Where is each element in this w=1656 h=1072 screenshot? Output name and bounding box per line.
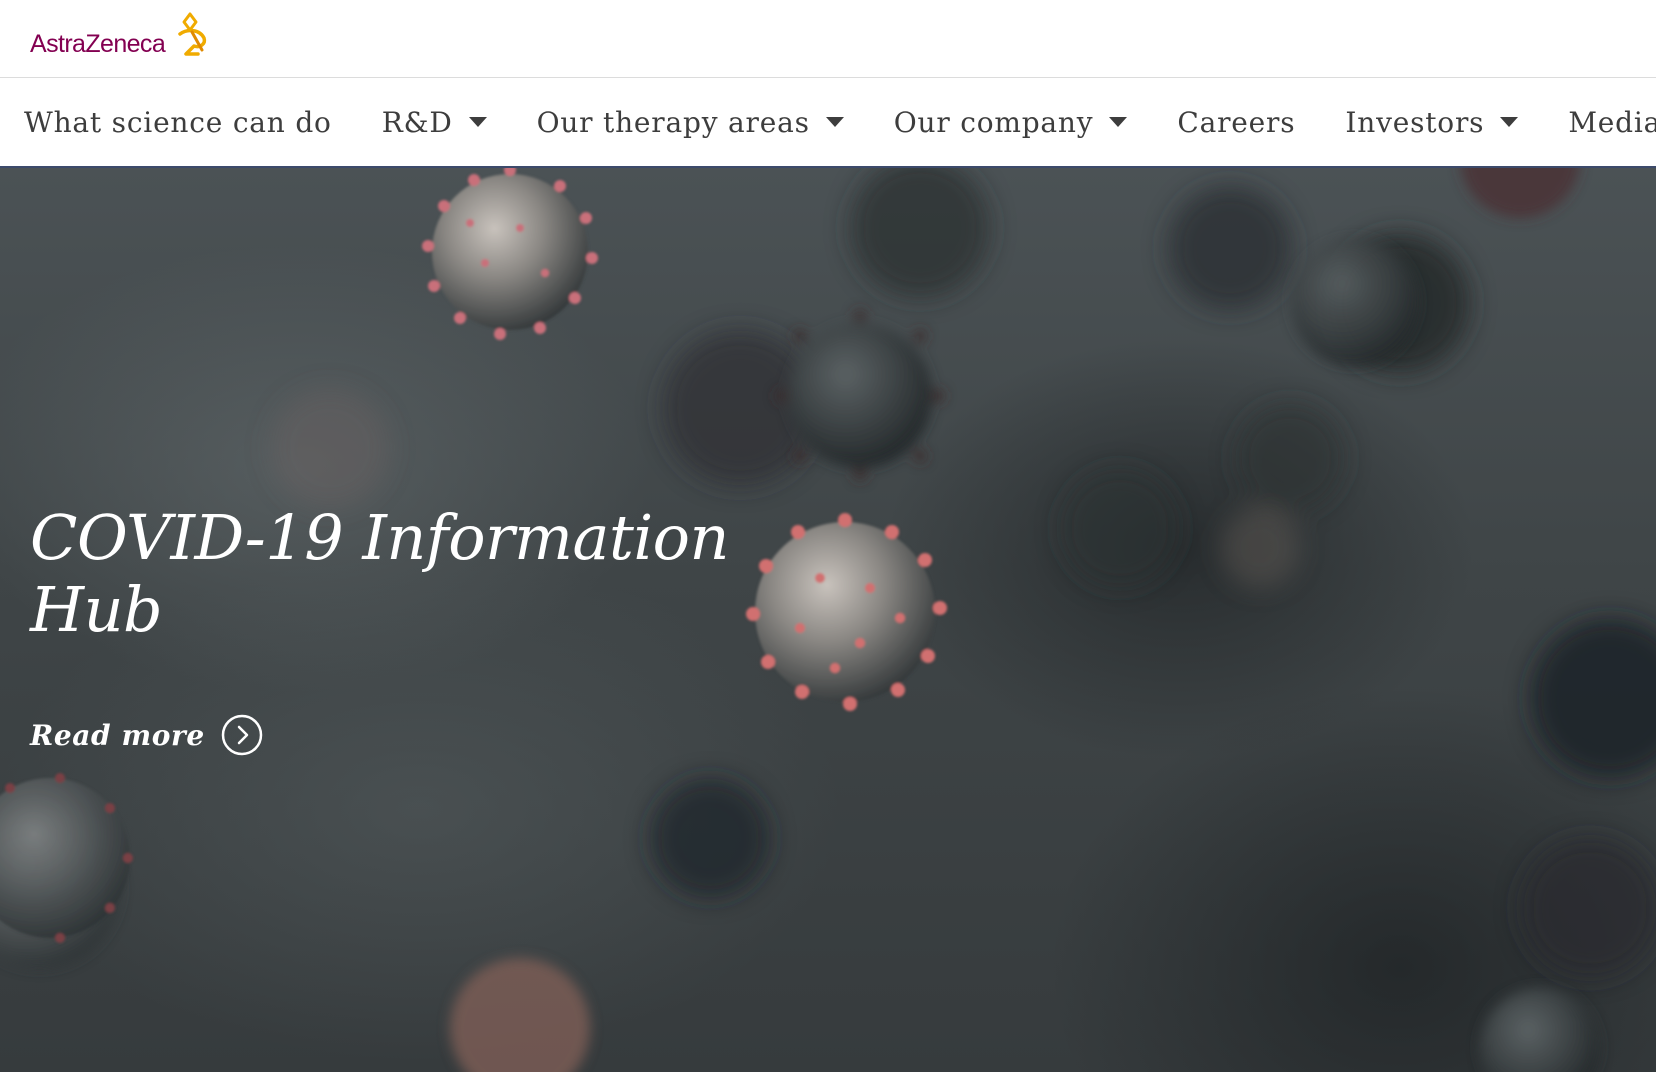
nav-item-label: Investors — [1345, 105, 1485, 139]
chevron-right-circle-icon — [221, 714, 263, 756]
nav-item-careers[interactable]: Careers — [1177, 106, 1295, 139]
nav-item-label: What science can do — [24, 105, 332, 139]
caret-down-icon — [1500, 117, 1519, 127]
brand-logo-mark-icon — [178, 12, 207, 56]
nav-item-label: Media — [1568, 105, 1656, 139]
main-navigation: What science can do R&D Our therapy area… — [0, 78, 1656, 168]
nav-item-label: Our therapy areas — [536, 105, 810, 139]
read-more-label: Read more — [30, 718, 205, 752]
nav-item-therapy-areas[interactable]: Our therapy areas — [537, 106, 844, 139]
caret-down-icon — [468, 117, 487, 127]
caret-down-icon — [1109, 117, 1128, 127]
nav-item-label: R&D — [381, 105, 453, 139]
nav-item-label: Careers — [1177, 105, 1296, 139]
nav-item-media[interactable]: Media — [1568, 106, 1656, 139]
brand-logo[interactable]: AstraZeneca — [30, 10, 230, 62]
caret-down-icon — [825, 117, 844, 127]
nav-item-label: Our company — [893, 105, 1094, 139]
read-more-link[interactable]: Read more — [30, 712, 263, 758]
hero-title: COVID-19 Information Hub — [30, 501, 729, 646]
nav-item-rd[interactable]: R&D — [382, 106, 487, 139]
brand-logo-text: AstraZeneca — [30, 30, 166, 58]
top-header: AstraZeneca — [0, 0, 1656, 78]
nav-item-investors[interactable]: Investors — [1345, 105, 1519, 139]
nav-item-what-science-can-do[interactable]: What science can do — [24, 106, 332, 139]
nav-item-our-company[interactable]: Our company — [894, 106, 1128, 139]
hero-banner: COVID-19 Information Hub Read more — [0, 168, 1656, 1072]
page: AstraZeneca What science can do R&D Our … — [0, 0, 1656, 1072]
